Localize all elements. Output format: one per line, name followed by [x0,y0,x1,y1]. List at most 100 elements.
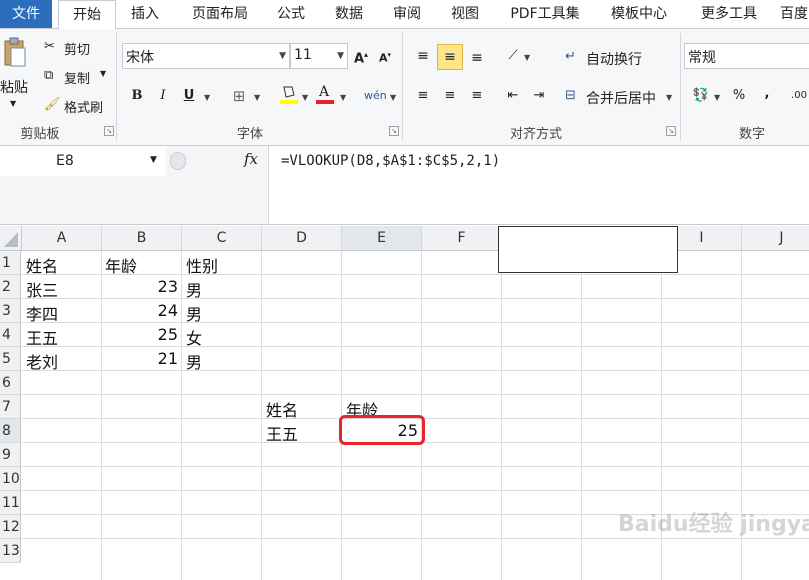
cell-B4[interactable]: 25 [102,325,178,344]
align-center-icon[interactable]: ≡ [439,85,461,107]
cell-C1[interactable]: 性别 [186,253,218,277]
phonetic-dropdown-icon[interactable]: ▼ [390,93,396,102]
tab-formulas[interactable]: 公式 [268,0,314,28]
align-middle-icon[interactable]: ≡ [437,44,463,70]
underline-button[interactable]: U [178,85,200,107]
row-header[interactable]: 8 [0,419,21,443]
cell-C5[interactable]: 男 [186,349,202,373]
percent-button[interactable]: % [728,85,750,107]
select-all-corner[interactable] [0,226,22,251]
align-right-icon[interactable]: ≡ [466,85,488,107]
alignment-launcher-icon[interactable]: ↘ [666,126,676,136]
tab-more-tools[interactable]: 更多工具 [690,0,768,28]
tab-data[interactable]: 数据 [326,0,372,28]
row-header[interactable]: 3 [0,299,21,323]
merge-dropdown-icon[interactable]: ▼ [666,93,672,102]
align-bottom-icon[interactable]: ≡ [466,47,488,69]
cut-button[interactable]: 剪切 [64,39,90,58]
cell-C3[interactable]: 男 [186,301,202,325]
cell-A2[interactable]: 张三 [26,277,58,301]
grow-font-icon[interactable]: A▴ [350,44,372,66]
italic-button[interactable]: I [152,85,174,107]
font-name-combo[interactable]: 宋体 ▼ [122,43,290,69]
paste-icon[interactable] [2,37,26,69]
row-header[interactable]: 10 [0,467,21,491]
formula-input[interactable]: =VLOOKUP(D8,$A$1:$C$5,2,1) [281,153,500,169]
cell-A4[interactable]: 王五 [26,325,58,349]
row-header[interactable]: 6 [0,371,21,395]
orientation-icon[interactable]: ⟋ [502,45,524,67]
font-launcher-icon[interactable]: ↘ [389,126,399,136]
font-color-dropdown-icon[interactable]: ▼ [340,93,346,102]
copy-button[interactable]: 复制 [64,68,90,87]
comma-button[interactable]: , [756,83,778,105]
row-header[interactable]: 5 [0,347,21,371]
column-header[interactable]: J [742,226,809,251]
align-left-icon[interactable]: ≡ [412,85,434,107]
column-header[interactable]: F [422,226,502,251]
cell-B2[interactable]: 23 [102,277,178,296]
cell-D7[interactable]: 姓名 [266,397,298,421]
column-header[interactable]: D [262,226,342,251]
cell-A5[interactable]: 老刘 [26,349,58,373]
row-header[interactable]: 7 [0,395,21,419]
clipboard-launcher-icon[interactable]: ↘ [104,126,114,136]
tab-home[interactable]: 开始 [58,0,116,30]
shrink-font-icon[interactable]: A▾ [374,44,396,66]
chevron-down-icon[interactable]: ▼ [150,155,157,165]
tab-view[interactable]: 视图 [442,0,488,28]
row-header[interactable]: 12 [0,515,21,539]
currency-icon[interactable]: 💱 [690,85,712,107]
worksheet-grid[interactable]: A B C D E F G H I J 1 2 3 4 5 6 7 8 9 10… [0,226,809,580]
number-format-combo[interactable]: 常规 [684,43,809,69]
column-header[interactable]: B [102,226,182,251]
copy-dropdown-icon[interactable]: ▼ [100,69,106,78]
cell-C2[interactable]: 男 [186,277,202,301]
orientation-dropdown-icon[interactable]: ▼ [524,53,530,62]
currency-dropdown-icon[interactable]: ▼ [714,93,720,102]
tab-review[interactable]: 审阅 [384,0,430,28]
row-header[interactable]: 4 [0,323,21,347]
row-header[interactable]: 13 [0,539,21,563]
font-size-combo[interactable]: 11 ▼ [290,43,348,69]
row-header[interactable]: 1 [0,251,21,275]
increase-decimal-icon[interactable]: .00 [788,85,809,107]
cell-B5[interactable]: 21 [102,349,178,368]
border-icon[interactable]: ⊞ [228,85,250,107]
tab-file[interactable]: 文件 [0,0,52,28]
border-dropdown-icon[interactable]: ▼ [254,93,260,102]
fill-color-icon[interactable] [278,83,300,105]
decrease-indent-icon[interactable]: ⇤ [502,85,524,107]
column-header[interactable]: C [182,226,262,251]
row-header[interactable]: 11 [0,491,21,515]
tab-insert[interactable]: 插入 [120,0,170,28]
bold-button[interactable]: B [126,85,148,107]
name-box[interactable]: E8 ▼ [0,146,167,177]
phonetic-icon[interactable]: wén [364,85,387,107]
tab-template-center[interactable]: 模板中心 [600,0,678,28]
cell-D8[interactable]: 王五 [266,421,298,445]
tab-page-layout[interactable]: 页面布局 [180,0,260,28]
paste-dropdown-icon[interactable]: ▼ [10,99,16,108]
column-header[interactable]: E [342,226,422,251]
column-header[interactable]: A [22,226,102,251]
merge-center-button[interactable]: 合并后居中 [586,88,656,108]
cell-B3[interactable]: 24 [102,301,178,320]
cell-A3[interactable]: 李四 [26,301,58,325]
tab-baidu[interactable]: 百度 [780,0,809,28]
font-color-icon[interactable]: A [314,82,336,104]
wrap-text-button[interactable]: 自动换行 [586,49,642,69]
row-header[interactable]: 9 [0,443,21,467]
cell-B1[interactable]: 年龄 [105,253,137,277]
tab-pdf-tools[interactable]: PDF工具集 [500,0,590,28]
paste-button[interactable]: 粘贴 [0,77,28,97]
format-painter-button[interactable]: 格式刷 [64,97,103,116]
row-header[interactable]: 2 [0,275,21,299]
fill-color-dropdown-icon[interactable]: ▼ [302,93,308,102]
splitter-handle[interactable] [170,152,186,170]
cell-A1[interactable]: 姓名 [26,253,58,277]
increase-indent-icon[interactable]: ⇥ [528,85,550,107]
insert-function-icon[interactable]: fx [244,150,258,168]
align-top-icon[interactable]: ≡ [412,45,434,67]
cell-C4[interactable]: 女 [186,325,202,349]
